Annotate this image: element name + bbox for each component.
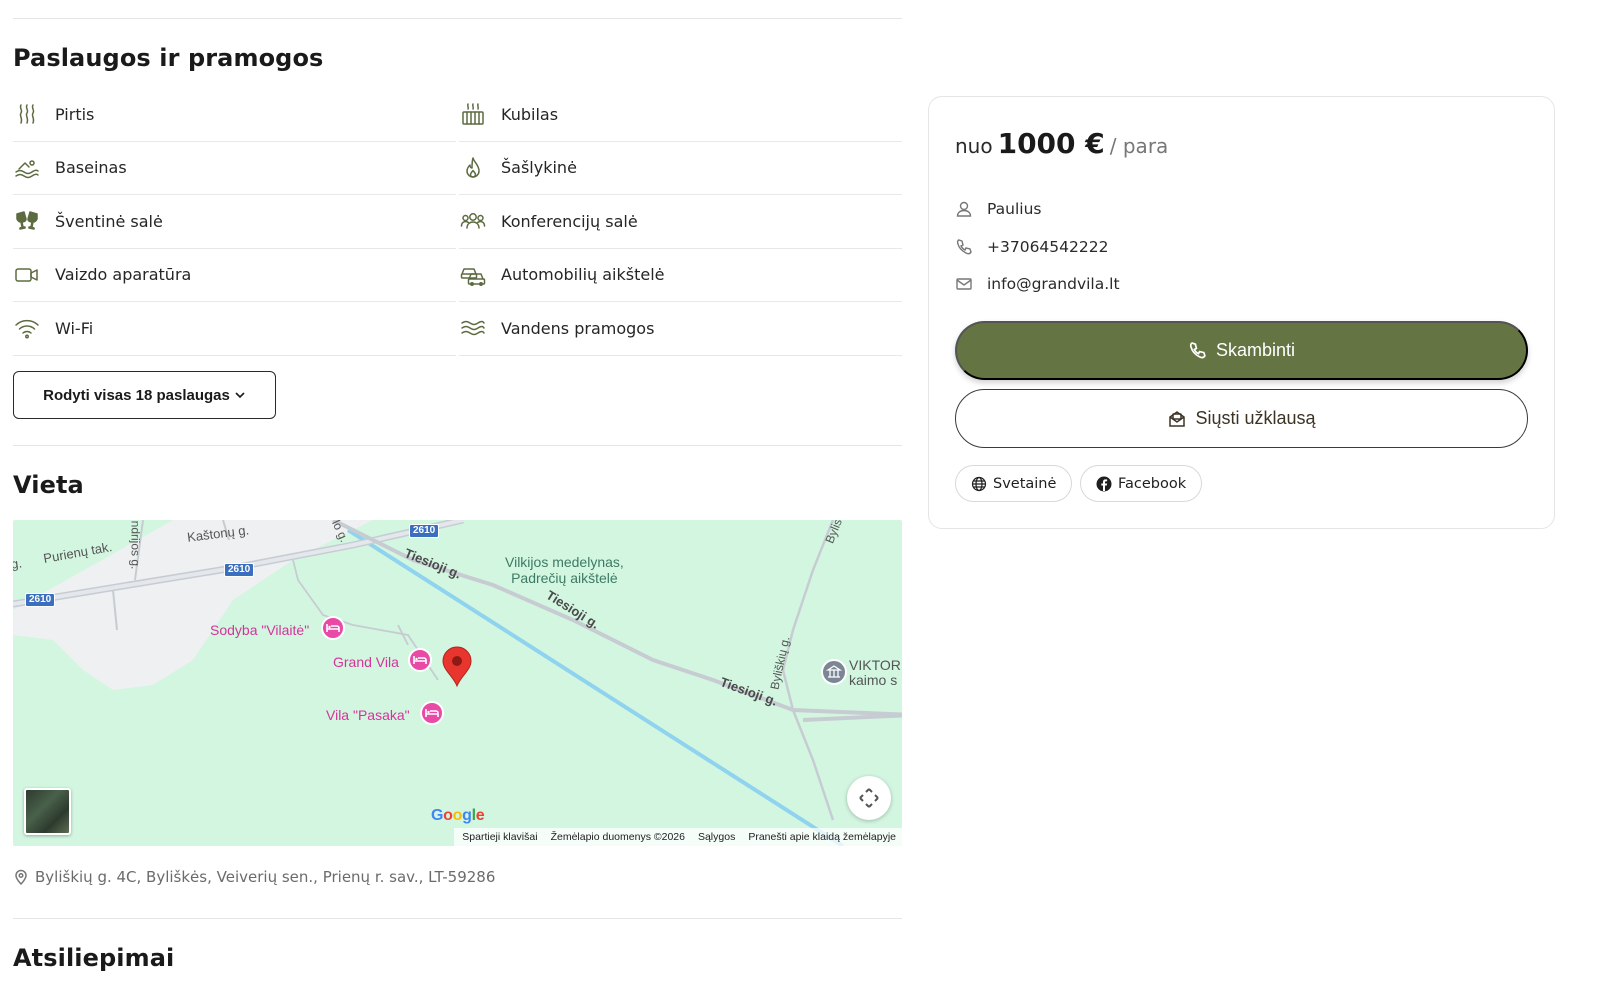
keyboard-shortcuts-link[interactable]: Spartieji klavišai bbox=[462, 831, 537, 843]
pool-icon bbox=[13, 154, 41, 182]
send-inquiry-button[interactable]: Siųsti užklausą bbox=[955, 389, 1528, 448]
amenity-item: Šašlykinė bbox=[459, 142, 902, 195]
price-prefix: nuo bbox=[955, 134, 993, 158]
map-attribution: Spartieji klavišai Žemėlapio duomenys ©2… bbox=[454, 828, 902, 846]
show-all-label: Rodyti visas 18 paslaugas bbox=[43, 386, 230, 404]
contact-phone[interactable]: +37064542222 bbox=[987, 238, 1108, 256]
mail-icon bbox=[956, 278, 972, 290]
top-divider bbox=[13, 18, 902, 19]
amenity-item: Vaizdo aparatūra bbox=[13, 249, 456, 302]
booking-card: nuo 1000 € / para Paulius +37064542222 i… bbox=[928, 96, 1555, 529]
facebook-icon bbox=[1096, 476, 1112, 491]
amenity-item: Automobilių aikštelė bbox=[459, 249, 902, 302]
place-label-line: Vilkijos medelynas, bbox=[505, 554, 624, 570]
map-satellite-toggle[interactable] bbox=[24, 788, 71, 835]
amenity-label: Vandens pramogos bbox=[501, 318, 655, 338]
contact-email[interactable]: info@grandvila.lt bbox=[987, 275, 1120, 293]
reviews-title: Atsiliepimai bbox=[13, 944, 175, 972]
show-all-services-button[interactable]: Rodyti visas 18 paslaugas bbox=[13, 371, 276, 419]
map-fullscreen-button[interactable] bbox=[847, 776, 891, 820]
amenity-label: Šventinė salė bbox=[55, 211, 163, 231]
location-title: Vieta bbox=[13, 471, 84, 499]
hotel-icon[interactable] bbox=[419, 701, 445, 727]
chevron-down-icon bbox=[235, 392, 245, 399]
amenity-label: Wi-Fi bbox=[55, 318, 94, 338]
highway-badge: 2610 bbox=[409, 524, 440, 538]
website-chip[interactable]: Svetainė bbox=[955, 465, 1073, 502]
amenity-item: Baseinas bbox=[13, 142, 456, 195]
amenities-grid: Pirtis Kubilas Baseinas Šašlykinė Šventi… bbox=[13, 88, 902, 356]
send-inquiry-label: Siųsti užklausą bbox=[1195, 408, 1316, 428]
parking-cars-icon bbox=[459, 261, 487, 289]
museum-icon[interactable] bbox=[821, 659, 847, 685]
phone-icon bbox=[956, 239, 972, 255]
place-label-line: VIKTOR bbox=[849, 657, 901, 673]
price-amount: 1000 € bbox=[997, 127, 1105, 160]
place-label: VIKTOR kaimo s bbox=[849, 658, 901, 688]
hot-tub-icon bbox=[459, 100, 487, 128]
hotel-icon[interactable] bbox=[407, 648, 433, 674]
fire-icon bbox=[459, 154, 487, 182]
globe-icon bbox=[971, 476, 987, 491]
amenity-label: Vaizdo aparatūra bbox=[55, 265, 192, 285]
amenities-title: Paslaugos ir pramogos bbox=[13, 44, 324, 72]
address: Byliškių g. 4C, Byliškės, Veiverių sen.,… bbox=[13, 868, 495, 886]
amenity-label: Konferencijų salė bbox=[501, 211, 638, 231]
amenity-label: Baseinas bbox=[55, 158, 127, 178]
address-text: Byliškių g. 4C, Byliškės, Veiverių sen.,… bbox=[35, 868, 496, 886]
amenity-label: Kubilas bbox=[501, 104, 559, 124]
website-label: Svetainė bbox=[993, 475, 1057, 492]
highway-badge: 2610 bbox=[224, 563, 255, 577]
wifi-icon bbox=[13, 314, 41, 342]
contact-phone-row[interactable]: +37064542222 bbox=[955, 238, 1108, 256]
place-label-line: kaimo s bbox=[849, 672, 898, 688]
poi-label-vilaite[interactable]: Sodyba "Vilaitė" bbox=[210, 622, 309, 638]
video-camera-icon bbox=[13, 261, 41, 289]
user-icon bbox=[956, 201, 972, 217]
map-pin-icon bbox=[15, 869, 27, 885]
highway-badge: 2610 bbox=[25, 593, 56, 607]
celebration-glasses-icon bbox=[13, 207, 41, 235]
place-label-line: Padrečių aikštelė bbox=[511, 570, 618, 586]
price-suffix: / para bbox=[1109, 134, 1169, 158]
amenity-item: Konferencijų salė bbox=[459, 195, 902, 249]
report-error-link[interactable]: Pranešti apie klaidą žemėlapyje bbox=[748, 831, 896, 843]
mail-open-icon bbox=[1169, 410, 1186, 427]
map-data-text: Žemėlapio duomenys ©2026 bbox=[550, 831, 685, 843]
amenity-item: Pirtis bbox=[13, 88, 456, 142]
terms-link[interactable]: Sąlygos bbox=[698, 831, 735, 843]
expand-arrows-icon bbox=[859, 788, 879, 808]
amenity-item: Vandens pramogos bbox=[459, 302, 902, 356]
section-divider bbox=[13, 918, 902, 919]
price: nuo 1000 € / para bbox=[955, 127, 1168, 160]
google-logo: Google bbox=[431, 807, 485, 824]
poi-label-grand-vila[interactable]: Grand Vila bbox=[333, 654, 399, 670]
road-label: ndrijos g. bbox=[128, 520, 143, 570]
amenity-label: Pirtis bbox=[55, 104, 95, 124]
contact-email-row[interactable]: info@grandvila.lt bbox=[955, 275, 1120, 293]
contact-name-row: Paulius bbox=[955, 200, 1042, 218]
call-button-label: Skambinti bbox=[1215, 340, 1296, 360]
amenity-item: Kubilas bbox=[459, 88, 902, 142]
steam-icon bbox=[13, 100, 41, 128]
facebook-chip[interactable]: Facebook bbox=[1080, 465, 1203, 502]
amenity-label: Šašlykinė bbox=[501, 158, 577, 178]
poi-label-pasaka[interactable]: Vila "Pasaka" bbox=[326, 707, 410, 723]
amenity-label: Automobilių aikštelė bbox=[501, 265, 665, 285]
waves-icon bbox=[459, 314, 487, 342]
location-map[interactable]: 2610 2610 2610 g. Purienų tak. Kaštonų g… bbox=[13, 520, 902, 846]
facebook-label: Facebook bbox=[1118, 475, 1187, 492]
contact-name: Paulius bbox=[987, 200, 1042, 218]
hotel-icon[interactable] bbox=[320, 616, 346, 642]
phone-icon bbox=[1189, 342, 1206, 359]
people-group-icon bbox=[459, 207, 487, 235]
place-label: Vilkijos medelynas, Padrečių aikštelė bbox=[505, 554, 624, 586]
location-pin-icon bbox=[442, 646, 472, 688]
amenity-item: Šventinė salė bbox=[13, 195, 456, 249]
call-button[interactable]: Skambinti bbox=[955, 321, 1528, 380]
section-divider bbox=[13, 445, 902, 446]
amenity-item: Wi-Fi bbox=[13, 302, 456, 356]
